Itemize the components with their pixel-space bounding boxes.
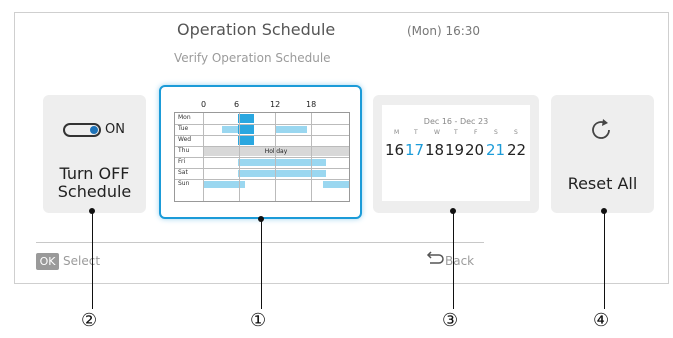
date-number: 16 <box>385 141 405 159</box>
schedule-bar <box>238 159 326 166</box>
callout-line <box>261 219 262 309</box>
date-number: 17 <box>405 141 425 159</box>
reset-all-label: Reset All <box>567 174 638 193</box>
day-label: Thu <box>178 147 190 154</box>
callout-line <box>453 211 454 309</box>
day-label: Sat <box>178 169 188 176</box>
day-label: Fri <box>178 158 186 165</box>
page-subtitle: Verify Operation Schedule <box>174 51 331 65</box>
weekday-label: S <box>494 129 498 136</box>
date-number: 22 <box>507 141 527 159</box>
hour-label: 12 <box>270 100 281 109</box>
grid-line <box>203 113 204 201</box>
toggle-icon <box>63 123 101 137</box>
schedule-bar <box>222 126 238 133</box>
reset-all-button[interactable]: Reset All <box>551 95 654 213</box>
calendar-button[interactable]: Dec 16 - Dec 23 M T W T F S S 16 17 18 1… <box>373 95 539 213</box>
weekday-label: F <box>474 129 478 136</box>
schedule-grid: Mon Tue Wed Thu Holiday Fri Sat Sun <box>174 112 350 202</box>
toggle-knob <box>90 126 98 134</box>
weekday-label: W <box>434 129 440 136</box>
grid-line <box>239 113 240 201</box>
label-line-2: Schedule <box>57 182 132 201</box>
day-label: Wed <box>178 136 192 143</box>
grid-line <box>275 113 276 201</box>
schedule-bar <box>275 126 307 133</box>
page-title: Operation Schedule <box>177 20 336 39</box>
schedule-bar <box>238 125 254 134</box>
hour-label: 0 <box>201 100 207 109</box>
callout-number: ① <box>250 310 267 331</box>
turn-off-schedule-label: Turn OFF Schedule <box>43 165 146 201</box>
date-number: 21 <box>486 141 506 159</box>
schedule-bar <box>238 170 326 177</box>
ok-key-icon: OK <box>36 253 59 270</box>
hour-label: 6 <box>234 100 240 109</box>
weekday-label: M <box>394 129 400 136</box>
schedule-preview-button[interactable]: 0 6 12 18 Mon Tue Wed Thu Holiday Fri Sa… <box>159 85 362 219</box>
footer-divider <box>36 242 484 243</box>
reset-icon <box>592 119 610 139</box>
date-number: 20 <box>465 141 485 159</box>
callout-number: ② <box>81 310 98 331</box>
label-line-1: Turn OFF <box>59 164 130 183</box>
day-label: Tue <box>178 125 189 132</box>
grid-line <box>311 113 312 201</box>
day-label: Sun <box>178 180 190 187</box>
calendar-preview: Dec 16 - Dec 23 M T W T F S S 16 17 18 1… <box>382 105 530 201</box>
schedule-bar <box>238 136 254 145</box>
callout-number: ④ <box>593 310 610 331</box>
schedule-bar <box>323 181 349 188</box>
callout-line <box>92 211 93 309</box>
date-number: 18 <box>425 141 445 159</box>
day-label: Mon <box>178 114 191 121</box>
date-range: Dec 16 - Dec 23 <box>423 117 489 126</box>
weekday-label: T <box>454 129 458 136</box>
callout-number: ③ <box>442 310 459 331</box>
toggle-state: ON <box>105 122 125 137</box>
holiday-label: Holiday <box>203 147 349 156</box>
back-icon <box>426 251 444 264</box>
back-label: Back <box>445 254 475 268</box>
select-label: Select <box>63 254 101 268</box>
turn-off-schedule-button[interactable]: ON Turn OFF Schedule <box>43 95 146 213</box>
weekday-label: T <box>414 129 418 136</box>
weekday-label: S <box>514 129 518 136</box>
clock-readout: (Mon) 16:30 <box>407 24 481 38</box>
hour-label: 18 <box>306 100 317 109</box>
callout-line <box>604 211 605 309</box>
schedule-bar <box>238 114 254 123</box>
date-number: 19 <box>445 141 465 159</box>
schedule-row: Sun <box>175 179 349 190</box>
